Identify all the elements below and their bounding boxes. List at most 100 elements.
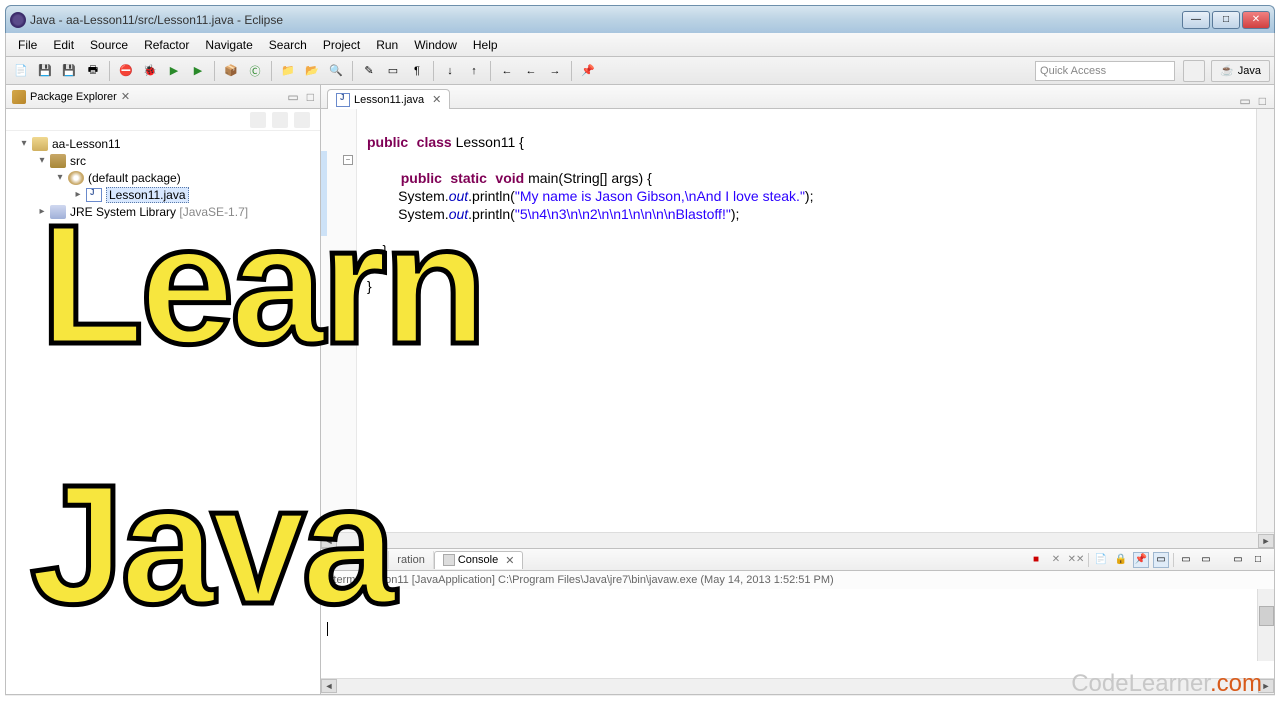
open-console-icon[interactable]: ▭	[1178, 552, 1194, 568]
expand-icon[interactable]: ▾	[54, 172, 66, 184]
print-icon[interactable]: 🖶	[82, 60, 104, 82]
scroll-right-icon[interactable]: ►	[1258, 534, 1274, 548]
menu-window[interactable]: Window	[406, 36, 465, 54]
code-area[interactable]: public class Lesson11 { public static vo…	[357, 109, 1256, 532]
close-icon[interactable]: ✕	[505, 554, 514, 567]
maximize-editor-icon[interactable]: □	[1259, 94, 1266, 108]
title-bar: Java - aa-Lesson11/src/Lesson11.java - E…	[5, 5, 1275, 33]
open-task-icon[interactable]: 📂	[301, 60, 323, 82]
java-perspective-button[interactable]: ☕ Java	[1211, 60, 1270, 82]
java-file-icon	[336, 93, 350, 107]
menu-source[interactable]: Source	[82, 36, 136, 54]
src-folder-icon	[50, 154, 66, 168]
display-console-icon[interactable]: ▭	[1153, 552, 1169, 568]
last-edit-icon[interactable]: ←	[496, 60, 518, 82]
search-icon[interactable]: 🔍	[325, 60, 347, 82]
overview-ruler[interactable]	[1256, 109, 1274, 532]
back-icon[interactable]: ←	[520, 60, 542, 82]
watermark: CodeLearner.com	[1071, 670, 1262, 698]
editor-tab-lesson11[interactable]: Lesson11.java ✕	[327, 89, 450, 109]
bottom-tabs: Pro @ ration Console ✕ ■ ✕ ✕✕ 📄 🔒	[321, 549, 1274, 571]
new-console-icon[interactable]: ▭	[1198, 552, 1214, 568]
project-icon	[32, 137, 48, 151]
console-output[interactable]	[321, 589, 1274, 678]
scroll-left-icon[interactable]: ◄	[321, 679, 337, 693]
menu-help[interactable]: Help	[465, 36, 506, 54]
pin-icon[interactable]: 📌	[577, 60, 599, 82]
close-icon[interactable]: ✕	[432, 93, 441, 106]
toggle-block-icon[interactable]: ▭	[382, 60, 404, 82]
tree-src[interactable]: ▾ src	[6, 152, 320, 169]
overlay-java: Java	[30, 460, 392, 630]
toggle-mark-icon[interactable]: ✎	[358, 60, 380, 82]
separator	[571, 61, 572, 81]
terminate-icon[interactable]: ■	[1028, 552, 1044, 568]
minimize-editor-icon[interactable]: ▭	[1239, 94, 1250, 108]
tab-console[interactable]: Console ✕	[434, 551, 524, 569]
editor-hscroll[interactable]: ◄ ►	[321, 532, 1274, 548]
scroll-thumb[interactable]	[1259, 606, 1274, 626]
maximize-view-icon[interactable]: □	[1250, 552, 1266, 568]
run-icon[interactable]: ▶	[163, 60, 185, 82]
new-package-icon[interactable]: 📦	[220, 60, 242, 82]
separator	[214, 61, 215, 81]
minimize-view-icon[interactable]: ▭	[287, 90, 298, 104]
tree-default-package[interactable]: ▾ (default package)	[6, 169, 320, 186]
editor-tabs: Lesson11.java ✕ ▭ □	[321, 85, 1274, 109]
skip-icon[interactable]: ⛔	[115, 60, 137, 82]
separator	[490, 61, 491, 81]
open-perspective-icon[interactable]	[1183, 60, 1205, 82]
menu-file[interactable]: File	[10, 36, 45, 54]
expand-icon[interactable]: ▾	[36, 155, 48, 167]
prev-annotation-icon[interactable]: ↑	[463, 60, 485, 82]
quick-access-input[interactable]: Quick Access	[1035, 61, 1175, 81]
console-vscroll[interactable]	[1257, 589, 1274, 661]
remove-launch-icon[interactable]: ✕	[1048, 552, 1064, 568]
view-menu-icon[interactable]	[294, 112, 310, 128]
menu-search[interactable]: Search	[261, 36, 315, 54]
menu-edit[interactable]: Edit	[45, 36, 82, 54]
maximize-view-icon[interactable]: □	[307, 90, 314, 104]
menu-refactor[interactable]: Refactor	[136, 36, 197, 54]
package-explorer-title: Package Explorer	[30, 91, 117, 103]
fold-icon[interactable]: −	[343, 155, 353, 165]
menu-navigate[interactable]: Navigate	[197, 36, 260, 54]
console-icon	[443, 554, 455, 566]
separator	[433, 61, 434, 81]
toolbar: 📄 💾 💾 🖶 ⛔ 🐞 ▶ ▶ 📦 Ⓒ 📁 📂 🔍 ✎ ▭ ¶ ↓ ↑ ← ← …	[5, 57, 1275, 85]
overlay-learn: Learn	[40, 200, 483, 370]
remove-all-icon[interactable]: ✕✕	[1068, 552, 1084, 568]
close-icon[interactable]: ✕	[121, 90, 130, 103]
clear-console-icon[interactable]: 📄	[1093, 552, 1109, 568]
separator	[352, 61, 353, 81]
new-icon[interactable]: 📄	[10, 60, 32, 82]
new-class-icon[interactable]: Ⓒ	[244, 60, 266, 82]
minimize-button[interactable]: —	[1182, 11, 1210, 29]
run-last-icon[interactable]: ▶	[187, 60, 209, 82]
java-perspective-label: Java	[1238, 65, 1261, 77]
java-perspective-icon: ☕	[1220, 64, 1234, 77]
show-whitespace-icon[interactable]: ¶	[406, 60, 428, 82]
expand-icon[interactable]: ▾	[18, 138, 30, 150]
next-annotation-icon[interactable]: ↓	[439, 60, 461, 82]
scroll-lock-icon[interactable]: 🔒	[1113, 552, 1129, 568]
pin-console-icon[interactable]: 📌	[1133, 552, 1149, 568]
package-explorer-header: Package Explorer ✕ ▭ □	[6, 85, 320, 109]
forward-icon[interactable]: →	[544, 60, 566, 82]
link-editor-icon[interactable]	[272, 112, 288, 128]
minimize-view-icon[interactable]: ▭	[1230, 552, 1246, 568]
save-icon[interactable]: 💾	[34, 60, 56, 82]
close-button[interactable]: ✕	[1242, 11, 1270, 29]
collapse-all-icon[interactable]	[250, 112, 266, 128]
separator	[271, 61, 272, 81]
save-all-icon[interactable]: 💾	[58, 60, 80, 82]
menu-bar: File Edit Source Refactor Navigate Searc…	[5, 33, 1275, 57]
open-type-icon[interactable]: 📁	[277, 60, 299, 82]
debug-icon[interactable]: 🐞	[139, 60, 161, 82]
maximize-button[interactable]: □	[1212, 11, 1240, 29]
tree-project[interactable]: ▾ aa-Lesson11	[6, 135, 320, 152]
tab-declaration[interactable]: ration	[389, 551, 434, 569]
separator	[109, 61, 110, 81]
menu-run[interactable]: Run	[368, 36, 406, 54]
menu-project[interactable]: Project	[315, 36, 368, 54]
